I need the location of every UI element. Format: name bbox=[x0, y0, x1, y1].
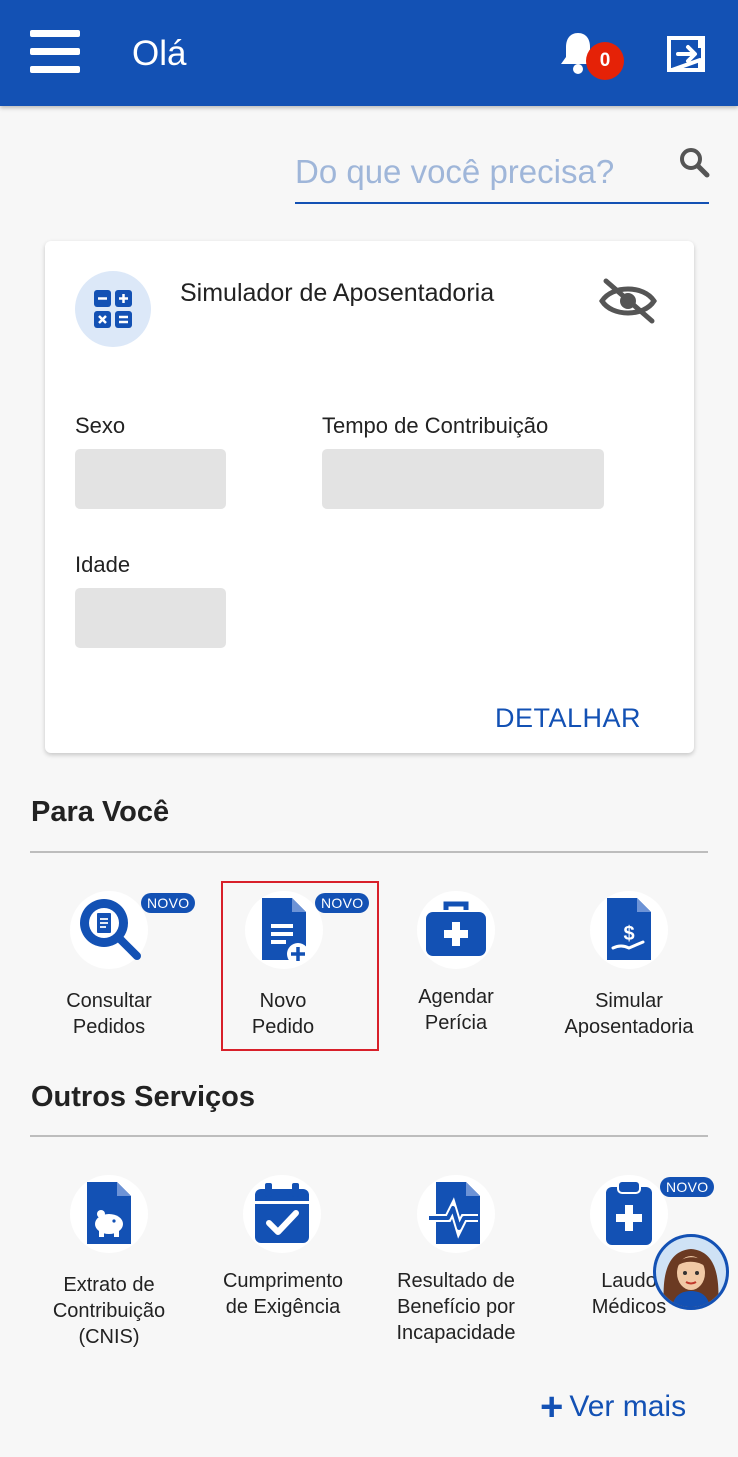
greeting-text: Olá bbox=[132, 34, 187, 73]
novo-badge: NOVO bbox=[141, 893, 196, 913]
service-label: Resultado de bbox=[397, 1270, 515, 1292]
service-label: Aposentadoria bbox=[564, 1016, 694, 1038]
eye-off-icon[interactable] bbox=[598, 277, 658, 325]
service-label: Contribuição bbox=[52, 1300, 166, 1322]
sexo-value bbox=[75, 449, 226, 509]
para-voce-title: Para Você bbox=[31, 796, 170, 828]
idade-value bbox=[75, 588, 226, 648]
service-label: Extrato de bbox=[63, 1274, 155, 1296]
search-bar bbox=[295, 142, 709, 204]
menu-icon[interactable] bbox=[30, 30, 80, 74]
calculator-icon bbox=[75, 271, 151, 347]
service-label: Cumprimento bbox=[222, 1270, 344, 1292]
search-icon[interactable] bbox=[678, 146, 710, 178]
card-title: Simulador de Aposentadoria bbox=[180, 279, 495, 307]
app-header: Olá 0 bbox=[0, 0, 738, 106]
ver-mais-link[interactable]: + Ver mais bbox=[540, 1385, 687, 1429]
idade-label: Idade bbox=[75, 552, 131, 577]
selection-highlight bbox=[221, 881, 379, 1051]
clipboard-medical-icon[interactable] bbox=[590, 1175, 668, 1253]
search-document-icon[interactable] bbox=[70, 891, 148, 969]
service-label: de Exigência bbox=[225, 1296, 341, 1318]
service-resultado-beneficio[interactable]: Resultado de Benefício por Incapacidade bbox=[371, 1268, 541, 1346]
svg-text:$: $ bbox=[623, 923, 634, 945]
simulator-card: Simulador de Aposentadoria Sexo Tempo de… bbox=[45, 241, 694, 753]
plus-icon: + bbox=[540, 1385, 564, 1429]
service-agendar-pericia[interactable]: Agendar Perícia bbox=[371, 984, 541, 1036]
assistant-avatar[interactable] bbox=[653, 1234, 729, 1310]
logout-icon[interactable] bbox=[666, 34, 706, 74]
service-label: Agendar bbox=[418, 986, 494, 1008]
service-label: Incapacidade bbox=[396, 1322, 516, 1344]
medical-kit-icon[interactable] bbox=[417, 891, 495, 969]
novo-badge: NOVO bbox=[660, 1177, 715, 1197]
piggy-document-icon[interactable] bbox=[70, 1175, 148, 1253]
service-label: Pedidos bbox=[72, 1016, 146, 1038]
service-label: Perícia bbox=[424, 1012, 488, 1034]
money-document-icon[interactable]: $ bbox=[590, 891, 668, 969]
outros-servicos-title: Outros Serviços bbox=[31, 1081, 256, 1113]
tempo-label: Tempo de Contribuição bbox=[322, 413, 549, 438]
service-simular-aposentadoria[interactable]: Simular Aposentadoria bbox=[544, 988, 714, 1040]
service-label: Simular bbox=[595, 990, 663, 1012]
tempo-value bbox=[322, 449, 604, 509]
section-divider bbox=[30, 851, 708, 853]
notification-badge: 0 bbox=[586, 42, 624, 80]
service-cumprimento-exigencia[interactable]: Cumprimento de Exigência bbox=[198, 1268, 368, 1320]
sexo-label: Sexo bbox=[75, 413, 126, 438]
calendar-check-icon[interactable] bbox=[243, 1175, 321, 1253]
detalhar-button[interactable]: DETALHAR bbox=[495, 703, 641, 734]
service-label: (CNIS) bbox=[78, 1326, 140, 1348]
ver-mais-label: Ver mais bbox=[569, 1390, 687, 1423]
search-input[interactable] bbox=[295, 150, 655, 194]
service-consultar-pedidos[interactable]: Consultar Pedidos bbox=[24, 988, 194, 1040]
section-divider bbox=[30, 1135, 708, 1137]
pulse-document-icon[interactable] bbox=[417, 1175, 495, 1253]
service-extrato-cnis[interactable]: Extrato de Contribuição (CNIS) bbox=[24, 1272, 194, 1350]
service-label: Benefício por bbox=[397, 1296, 515, 1318]
service-label: Consultar bbox=[66, 990, 152, 1012]
